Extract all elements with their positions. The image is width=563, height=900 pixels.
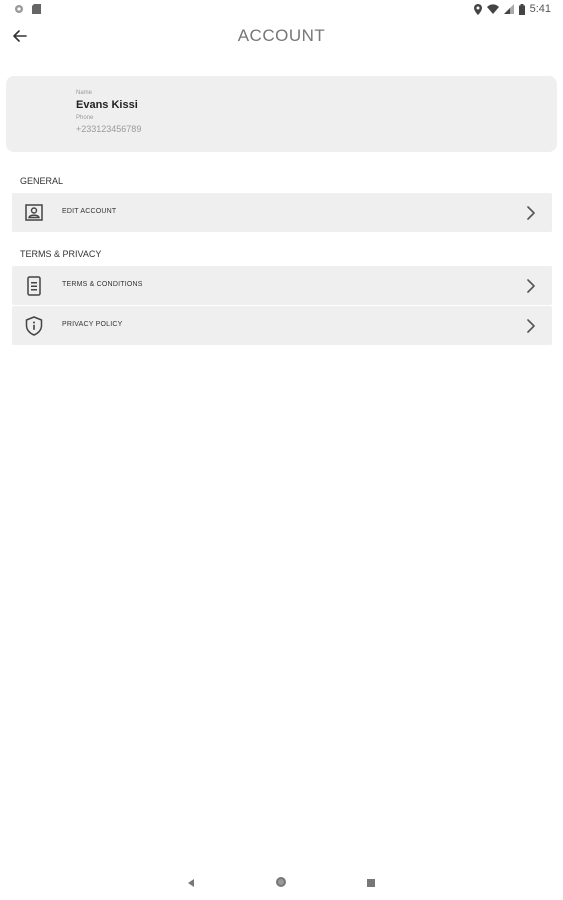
app-bar: ACCOUNT: [0, 20, 563, 56]
sd-card-icon: [32, 4, 41, 14]
profile-card: Name Evans Kissi Phone +233123456789: [6, 76, 557, 152]
nav-recents-button[interactable]: [363, 876, 379, 892]
section-header-terms-privacy: TERMS & PRIVACY: [20, 249, 102, 259]
system-nav-bar: [0, 868, 563, 900]
terms-conditions-label: TERMS & CONDITIONS: [62, 281, 143, 288]
privacy-policy-label: PRIVACY POLICY: [62, 321, 123, 328]
battery-icon: [518, 3, 525, 15]
status-right-icons: 5:41: [473, 3, 551, 15]
nav-home-icon: [275, 875, 287, 893]
edit-account-row[interactable]: EDIT ACCOUNT: [12, 193, 552, 232]
profile-name: Evans Kissi: [76, 99, 138, 111]
status-left-icons: [14, 4, 41, 14]
nav-home-button[interactable]: [273, 876, 289, 892]
nav-back-button[interactable]: [183, 876, 199, 892]
name-label: Name: [76, 90, 93, 96]
signal-icon: [503, 4, 514, 14]
location-icon: [473, 3, 482, 15]
document-icon: [24, 275, 44, 296]
nav-recents-icon: [366, 875, 376, 893]
settings-icon: [14, 4, 24, 14]
phone-label: Phone: [76, 115, 94, 121]
terms-conditions-row[interactable]: TERMS & CONDITIONS: [12, 266, 552, 305]
chevron-right-icon: [526, 279, 536, 293]
page-title: ACCOUNT: [237, 26, 326, 45]
wifi-icon: [486, 4, 499, 14]
chevron-right-icon: [526, 206, 536, 220]
account-box-icon: [24, 202, 44, 223]
shield-info-icon: [24, 315, 44, 336]
nav-back-icon: [186, 875, 196, 893]
status-bar: 5:41: [0, 0, 563, 20]
section-header-general: GENERAL: [20, 176, 64, 186]
edit-account-label: EDIT ACCOUNT: [62, 208, 117, 215]
status-time: 5:41: [529, 3, 551, 15]
chevron-right-icon: [526, 319, 536, 333]
privacy-policy-row[interactable]: PRIVACY POLICY: [12, 306, 552, 345]
profile-phone: +233123456789: [76, 124, 142, 134]
